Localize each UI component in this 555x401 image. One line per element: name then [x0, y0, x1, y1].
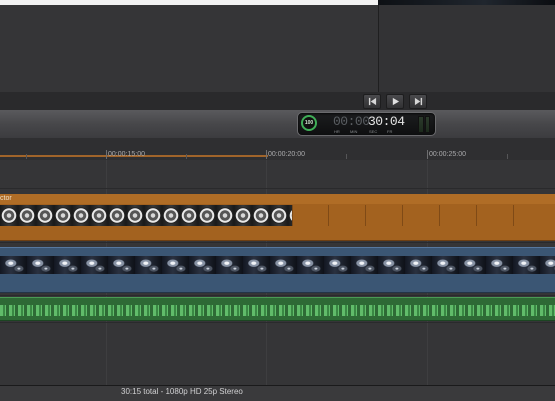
clip-frame-cell: [365, 205, 403, 226]
connected-clip-label: ctor: [0, 195, 12, 202]
connected-clip-header: [0, 194, 555, 204]
clip-frame-cell: [292, 205, 329, 226]
audio-meter-right: [424, 116, 430, 133]
project-info-text: 30:15 total - 1080p HD 25p Stereo: [121, 387, 243, 396]
timecode-leading: 00:00: [333, 114, 370, 129]
skip-forward-button[interactable]: [409, 94, 427, 109]
track-separator: [0, 322, 555, 323]
clip-frame-cell: [513, 205, 551, 226]
ruler-tick: [26, 154, 27, 159]
ruler-tick: [186, 154, 187, 159]
viewer-pane: [378, 0, 555, 92]
ruler-label: 00:00:20:00: [268, 151, 305, 158]
timecode-unit-hr: HR: [334, 129, 340, 134]
skip-back-button[interactable]: [363, 94, 381, 109]
skip-back-icon: [368, 97, 376, 106]
track-separator: [0, 242, 555, 243]
clip-frame-cell: [328, 205, 366, 226]
ruler-label: 00:00:15:00: [108, 151, 145, 158]
ruler-tick: [507, 154, 508, 159]
ruler-tick: [106, 150, 107, 159]
ruler-tick: [346, 154, 347, 159]
clip-frame-cell: [402, 205, 440, 226]
play-icon: [392, 97, 399, 106]
audio-waveform: [0, 305, 555, 316]
speed-value: 100: [304, 120, 314, 126]
timecode-display: 30:04: [368, 114, 405, 129]
play-button[interactable]: [386, 94, 404, 109]
event-browser-pane: [0, 0, 378, 93]
audio-meters[interactable]: [418, 116, 430, 133]
ruler-tick: [266, 150, 267, 159]
viewer-image: [378, 0, 555, 5]
status-bar: [0, 385, 555, 401]
timecode-unit-min: MIN: [350, 129, 358, 134]
speed-gauge[interactable]: 100: [301, 115, 317, 131]
track-separator: [0, 295, 555, 296]
timecode-unit-sec: SEC: [369, 129, 378, 134]
track-separator: [0, 188, 555, 189]
toolbar: [0, 110, 555, 139]
audio-meter-left: [418, 116, 424, 133]
ruler-label: 00:00:25:00: [429, 151, 466, 158]
clip-frame-cell: [476, 205, 514, 226]
ruler-tick: [427, 150, 428, 159]
transport-bar: [0, 92, 555, 111]
timecode-unit-fr: FR: [387, 129, 393, 134]
browser-content-edge: [0, 0, 378, 5]
clip-frame-cell: [439, 205, 477, 226]
connected-clip-filmstrip: [0, 205, 292, 226]
skip-forward-icon: [414, 97, 422, 106]
primary-clip-filmstrip: [0, 256, 555, 274]
